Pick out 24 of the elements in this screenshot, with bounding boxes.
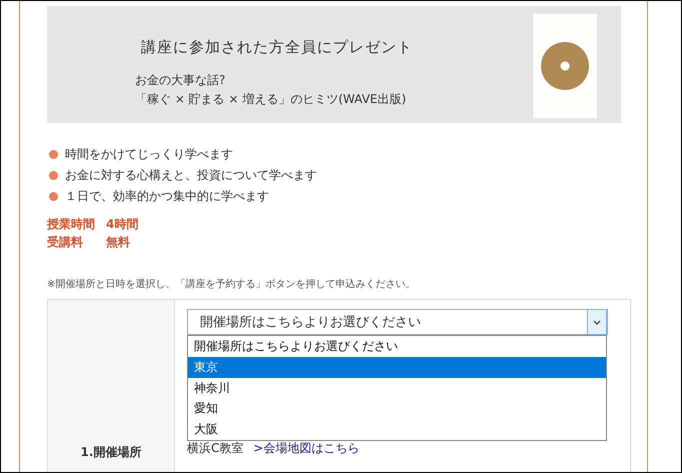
banner-heading: 講座に参加された方全員にプレゼント xyxy=(141,38,413,57)
instruction-note: ※開催場所と日時を選択し、「講座を予約する」ボタンを押して申込みください。 xyxy=(47,278,416,291)
venue-select[interactable]: 開催場所はこちらよりお選びください xyxy=(187,309,608,335)
fact-value: 無料 xyxy=(106,234,130,251)
fact-value: 4時間 xyxy=(106,216,138,233)
map-link[interactable]: >会場地図はこちら xyxy=(253,441,360,455)
book-title: お金の大事な話? xyxy=(135,72,226,89)
venue-name: 横浜C教室 xyxy=(187,441,244,455)
feature-text: お金に対する心構えと、投資について学べます xyxy=(65,167,317,184)
row-label: 1.開催場所 xyxy=(48,300,175,472)
dropdown-option[interactable]: 愛知 xyxy=(188,398,606,420)
dropdown-option[interactable]: 大阪 xyxy=(188,419,606,440)
fact-label: 受講料 xyxy=(47,234,84,251)
feature-text: 時間をかけてじっくり学べます xyxy=(65,146,233,163)
bullet-icon xyxy=(49,150,58,159)
feature-text: １日で、効率的かつ集中的に学べます xyxy=(65,188,269,205)
bullet-icon xyxy=(49,171,58,180)
bullet-icon xyxy=(49,192,58,201)
dropdown-option[interactable]: 開催場所はこちらよりお選びください xyxy=(188,336,606,357)
dropdown-option[interactable]: 東京 xyxy=(188,356,606,378)
fact-label: 授業時間 xyxy=(47,216,96,233)
dropdown-option[interactable]: 神奈川 xyxy=(188,378,606,398)
caret-icon xyxy=(587,309,607,335)
book-subtitle: 「稼ぐ × 貯まる × 増える」のヒミツ(WAVE出版) xyxy=(135,91,408,108)
